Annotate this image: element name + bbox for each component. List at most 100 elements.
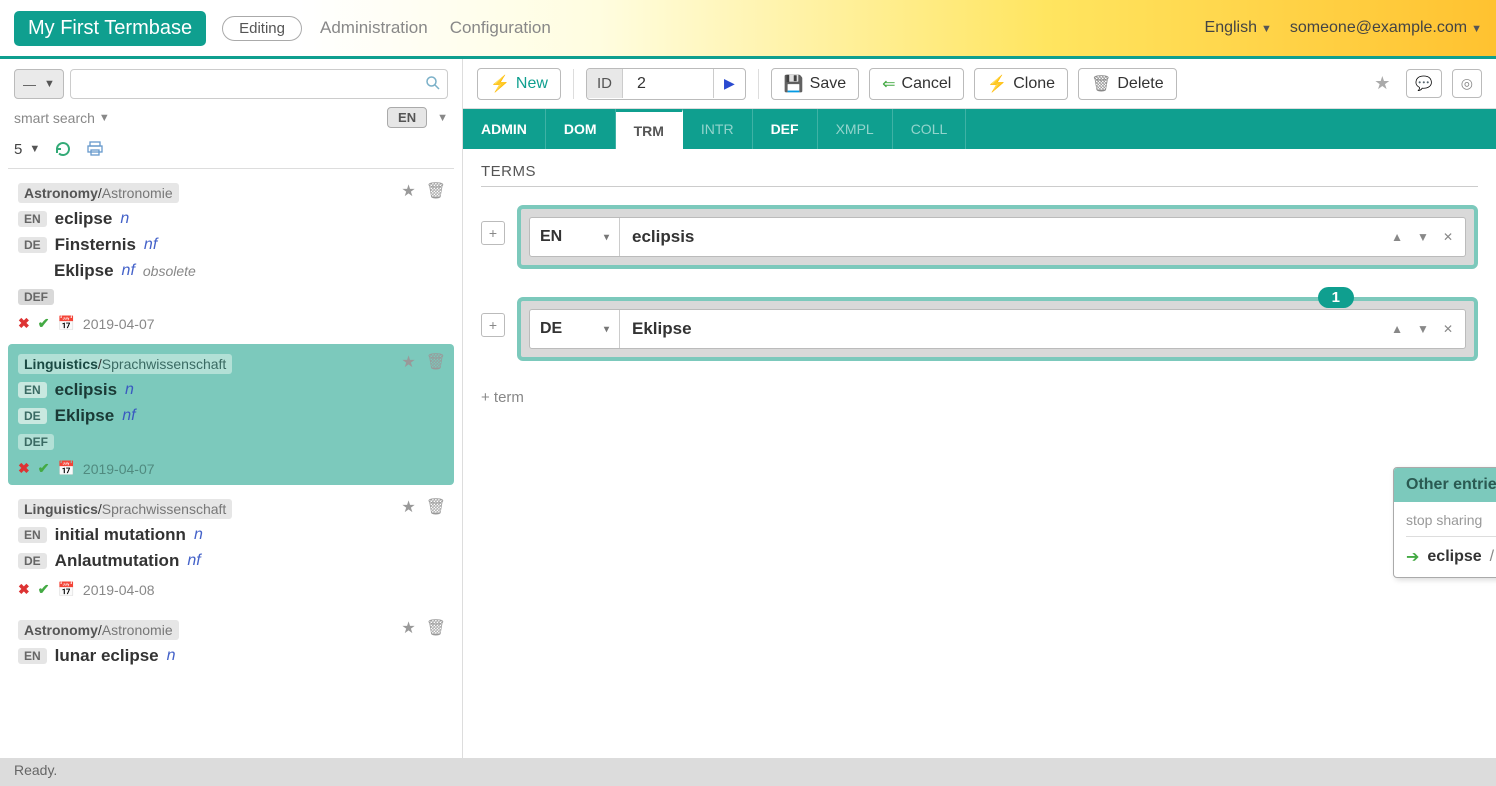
print-icon[interactable] — [86, 140, 104, 158]
entry-card[interactable]: Astronomy/Astronomie★🗑ENeclipsenDEFinste… — [8, 173, 454, 340]
stop-sharing-link[interactable]: stop sharing — [1406, 512, 1482, 528]
smart-search-toggle[interactable]: smart search — [14, 110, 95, 126]
save-button[interactable]: 💾Save — [771, 68, 859, 100]
approve-icon[interactable]: ✔ — [38, 315, 50, 332]
entry-card[interactable]: Astronomy/Astronomie★🗑ENlunar eclipsen — [8, 610, 454, 674]
remove-icon[interactable]: ✕ — [1443, 322, 1453, 336]
term-annotation: nf — [144, 236, 157, 254]
trash-icon[interactable]: 🗑 — [426, 618, 446, 638]
search-input[interactable] — [70, 69, 448, 99]
star-icon[interactable]: ★ — [401, 181, 415, 201]
term-block: + EN▾eclipsis ▲ ▼ ✕ — [481, 205, 1478, 269]
nav-configuration[interactable]: Configuration — [450, 18, 551, 38]
trash-icon[interactable]: 🗑 — [426, 181, 446, 201]
shared-term-popover: Other entries that share this term stop … — [1393, 467, 1496, 578]
reject-icon[interactable]: ✖ — [18, 460, 30, 477]
mode-tab-editing[interactable]: Editing — [222, 16, 302, 41]
search-filter-dropdown[interactable]: —▼ — [14, 69, 64, 99]
user-menu[interactable]: someone@example.com▼ — [1290, 19, 1482, 37]
arrow-right-icon: ➔ — [1406, 547, 1419, 567]
caret-down-icon: ▼ — [44, 78, 55, 90]
shared-entry-link[interactable]: ➔ eclipse / Finsternis — [1406, 547, 1496, 567]
caret-down-icon: ▼ — [29, 143, 40, 155]
trash-icon[interactable]: 🗑 — [426, 497, 446, 517]
result-count-dropdown[interactable]: 5▼ — [14, 141, 40, 158]
expand-button[interactable]: + — [481, 313, 505, 337]
move-down-icon[interactable]: ▼ — [1417, 230, 1429, 244]
search-lang-pill[interactable]: EN — [387, 107, 427, 128]
lang-chip: DE — [18, 408, 47, 424]
star-icon[interactable]: ★ — [1374, 73, 1390, 94]
reject-icon[interactable]: ✖ — [18, 581, 30, 598]
term-row: ENeclipsisn — [18, 380, 444, 400]
tab-coll[interactable]: COLL — [893, 109, 967, 149]
approve-icon[interactable]: ✔ — [38, 460, 50, 477]
clone-button[interactable]: ⚡Clone — [974, 68, 1068, 100]
id-go-button[interactable]: ▶ — [713, 69, 745, 98]
term-word: eclipsis — [55, 380, 117, 400]
term-annotation: n — [194, 526, 203, 544]
new-button[interactable]: ⚡New — [477, 68, 561, 100]
bolt-icon: ⚡ — [987, 74, 1007, 94]
term-word: eclipse — [55, 209, 113, 229]
lang-chip: EN — [18, 382, 47, 398]
tab-admin[interactable]: ADMIN — [463, 109, 546, 149]
star-icon[interactable]: ★ — [401, 497, 415, 517]
trash-icon[interactable]: 🗑 — [426, 352, 446, 372]
nav-administration[interactable]: Administration — [320, 18, 428, 38]
term-annotation: n — [167, 647, 176, 665]
move-up-icon[interactable]: ▲ — [1391, 230, 1403, 244]
trash-icon: 🗑 — [1091, 74, 1111, 94]
reject-icon[interactable]: ✖ — [18, 315, 30, 332]
move-up-icon[interactable]: ▲ — [1391, 322, 1403, 336]
star-icon[interactable]: ★ — [401, 618, 415, 638]
cancel-button[interactable]: ⇐Cancel — [869, 68, 964, 100]
term-lang-select[interactable]: EN▾ — [530, 218, 620, 256]
delete-button[interactable]: 🗑Delete — [1078, 68, 1177, 100]
term-block: +1DE▾Eklipse▲▼✕ — [481, 297, 1478, 361]
id-value-input[interactable]: 2 — [623, 69, 713, 99]
term-annotation: nf — [122, 262, 135, 280]
entry-domain: Linguistics/Sprachwissenschaft — [18, 499, 232, 519]
add-term-link[interactable]: + term — [481, 389, 1478, 406]
shared-count-badge[interactable]: 1 — [1318, 287, 1354, 308]
term-status: obsolete — [143, 263, 196, 279]
target-button[interactable]: ◎ — [1452, 69, 1482, 98]
tab-intr[interactable]: INTR — [683, 109, 753, 149]
remove-icon[interactable]: ✕ — [1443, 230, 1453, 244]
entry-card[interactable]: Linguistics/Sprachwissenschaft ★ 🗑 EN eclips… — [8, 344, 454, 485]
refresh-icon[interactable] — [54, 140, 72, 158]
entry-card[interactable]: Linguistics/Sprachwissenschaft ★ 🗑 ENinitia… — [8, 489, 454, 606]
id-label: ID — [587, 69, 623, 98]
tab-trm[interactable]: TRM — [616, 109, 683, 149]
comment-button[interactable]: 💬 — [1406, 69, 1441, 98]
back-arrow-icon: ⇐ — [882, 74, 895, 94]
term-lang-select[interactable]: DE▾ — [530, 310, 620, 348]
entry-domain: Astronomy/Astronomie — [18, 620, 179, 640]
term-word: Finsternis — [55, 235, 136, 255]
move-down-icon[interactable]: ▼ — [1417, 322, 1429, 336]
star-icon[interactable]: ★ — [401, 352, 415, 372]
term-word: Eklipse — [54, 261, 114, 281]
target-icon: ◎ — [1461, 75, 1473, 91]
tab-xmpl[interactable]: XMPL — [818, 109, 893, 149]
term-word: Anlautmutation — [55, 551, 180, 571]
termbase-title[interactable]: My First Termbase — [14, 11, 206, 46]
calendar-icon: 📅 — [57, 460, 74, 477]
tab-def[interactable]: DEF — [753, 109, 818, 149]
approve-icon[interactable]: ✔ — [38, 581, 50, 598]
language-selector[interactable]: English▼ — [1205, 19, 1272, 37]
status-bar: Ready. — [0, 758, 1496, 786]
terms-section-title: TERMS — [481, 163, 1478, 180]
term-row: ENinitial mutationnn — [18, 525, 444, 545]
term-value[interactable]: Eklipse — [620, 319, 1379, 339]
expand-button[interactable]: + — [481, 221, 505, 245]
entry-domain: Astronomy/Astronomie — [18, 183, 179, 203]
tab-dom[interactable]: DOM — [546, 109, 616, 149]
entry-domain: Linguistics/Sprachwissenschaft — [18, 354, 232, 374]
bolt-icon: ⚡ — [490, 74, 510, 94]
term-value[interactable]: eclipsis — [620, 227, 1379, 247]
lang-chip: DE — [18, 553, 47, 569]
popover-title: Other entries that share this term — [1394, 468, 1496, 502]
term-word: lunar eclipse — [55, 646, 159, 666]
